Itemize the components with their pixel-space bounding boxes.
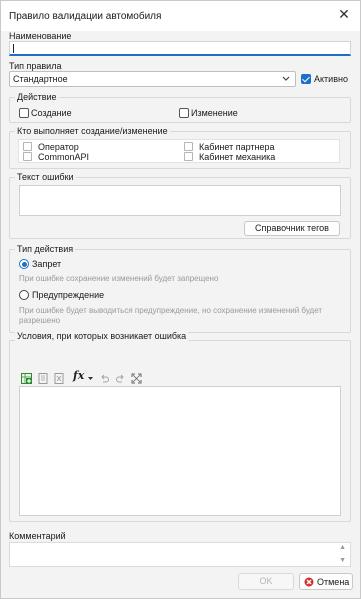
cancel-icon — [304, 577, 314, 587]
edit-icon[interactable] — [38, 373, 49, 384]
ban-hint: При ошибке сохранение изменений будет за… — [19, 274, 219, 283]
window-title: Правило валидации автомобиля — [9, 11, 162, 22]
ban-radio[interactable] — [19, 259, 29, 269]
name-label: Наименование — [9, 31, 72, 41]
change-label: Изменение — [191, 108, 238, 118]
add-condition-icon[interactable] — [21, 373, 32, 384]
who-operator-label: Оператор — [38, 142, 79, 152]
expand-icon[interactable] — [131, 373, 142, 384]
title-bar: Правило валидации автомобиля ✕ — [1, 1, 360, 31]
name-input[interactable] — [9, 41, 351, 56]
who-legend: Кто выполняет создание/изменение — [15, 126, 170, 136]
who-partner-label: Кабинет партнера — [199, 142, 275, 152]
scroll-up-icon[interactable]: ▲ — [339, 544, 346, 551]
action-legend: Действие — [15, 92, 59, 102]
rule-type-value: Стандартное — [13, 74, 68, 84]
conditions-editor[interactable] — [19, 386, 341, 516]
error-text-input[interactable] — [19, 185, 341, 216]
cancel-button[interactable]: Отмена — [299, 573, 353, 590]
who-commonapi-label: CommonAPI — [38, 152, 90, 162]
change-checkbox[interactable] — [179, 108, 189, 118]
warning-hint-line2: разрешено — [19, 316, 61, 325]
fx-function-icon[interactable]: fx — [73, 369, 84, 382]
who-commonapi-checkbox[interactable] — [23, 152, 32, 161]
rule-type-label: Тип правила — [9, 61, 62, 71]
close-icon[interactable]: ✕ — [337, 7, 351, 21]
scroll-down-icon[interactable]: ▼ — [339, 557, 346, 564]
chevron-down-icon — [282, 76, 290, 81]
text-caret — [13, 44, 14, 53]
ok-button[interactable]: OK — [238, 573, 294, 590]
conditions-legend: Условия, при которых возникает ошибка — [15, 331, 189, 341]
who-operator-checkbox[interactable] — [23, 142, 32, 151]
comment-input[interactable] — [9, 542, 351, 567]
create-label: Создание — [31, 108, 72, 118]
comment-label: Комментарий — [9, 531, 66, 541]
warning-radio[interactable] — [19, 290, 29, 300]
cancel-label: Отмена — [317, 577, 350, 587]
redo-icon[interactable] — [115, 373, 126, 384]
active-label: Активно — [314, 74, 348, 84]
ban-label: Запрет — [32, 259, 62, 269]
error-text-legend: Текст ошибки — [15, 172, 76, 182]
delete-icon[interactable] — [54, 373, 65, 384]
warning-label: Предупреждение — [32, 290, 105, 300]
who-partner-checkbox[interactable] — [184, 142, 193, 151]
undo-icon[interactable] — [99, 373, 110, 384]
rule-type-select[interactable]: Стандартное — [9, 71, 296, 87]
action-type-legend: Тип действия — [15, 244, 76, 254]
tags-reference-button[interactable]: Справочник тегов — [244, 221, 340, 236]
create-checkbox[interactable] — [19, 108, 29, 118]
warning-hint-line1: При ошибке будет выводиться предупрежден… — [19, 306, 323, 315]
dialog-window: Правило валидации автомобиля ✕ Наименова… — [0, 0, 361, 599]
who-mechanic-label: Кабинет механика — [199, 152, 276, 162]
fx-dropdown-icon[interactable] — [87, 373, 94, 384]
who-list: Оператор CommonAPI Кабинет партнера Каби… — [18, 139, 340, 163]
active-checkbox[interactable] — [301, 74, 311, 84]
who-mechanic-checkbox[interactable] — [184, 152, 193, 161]
